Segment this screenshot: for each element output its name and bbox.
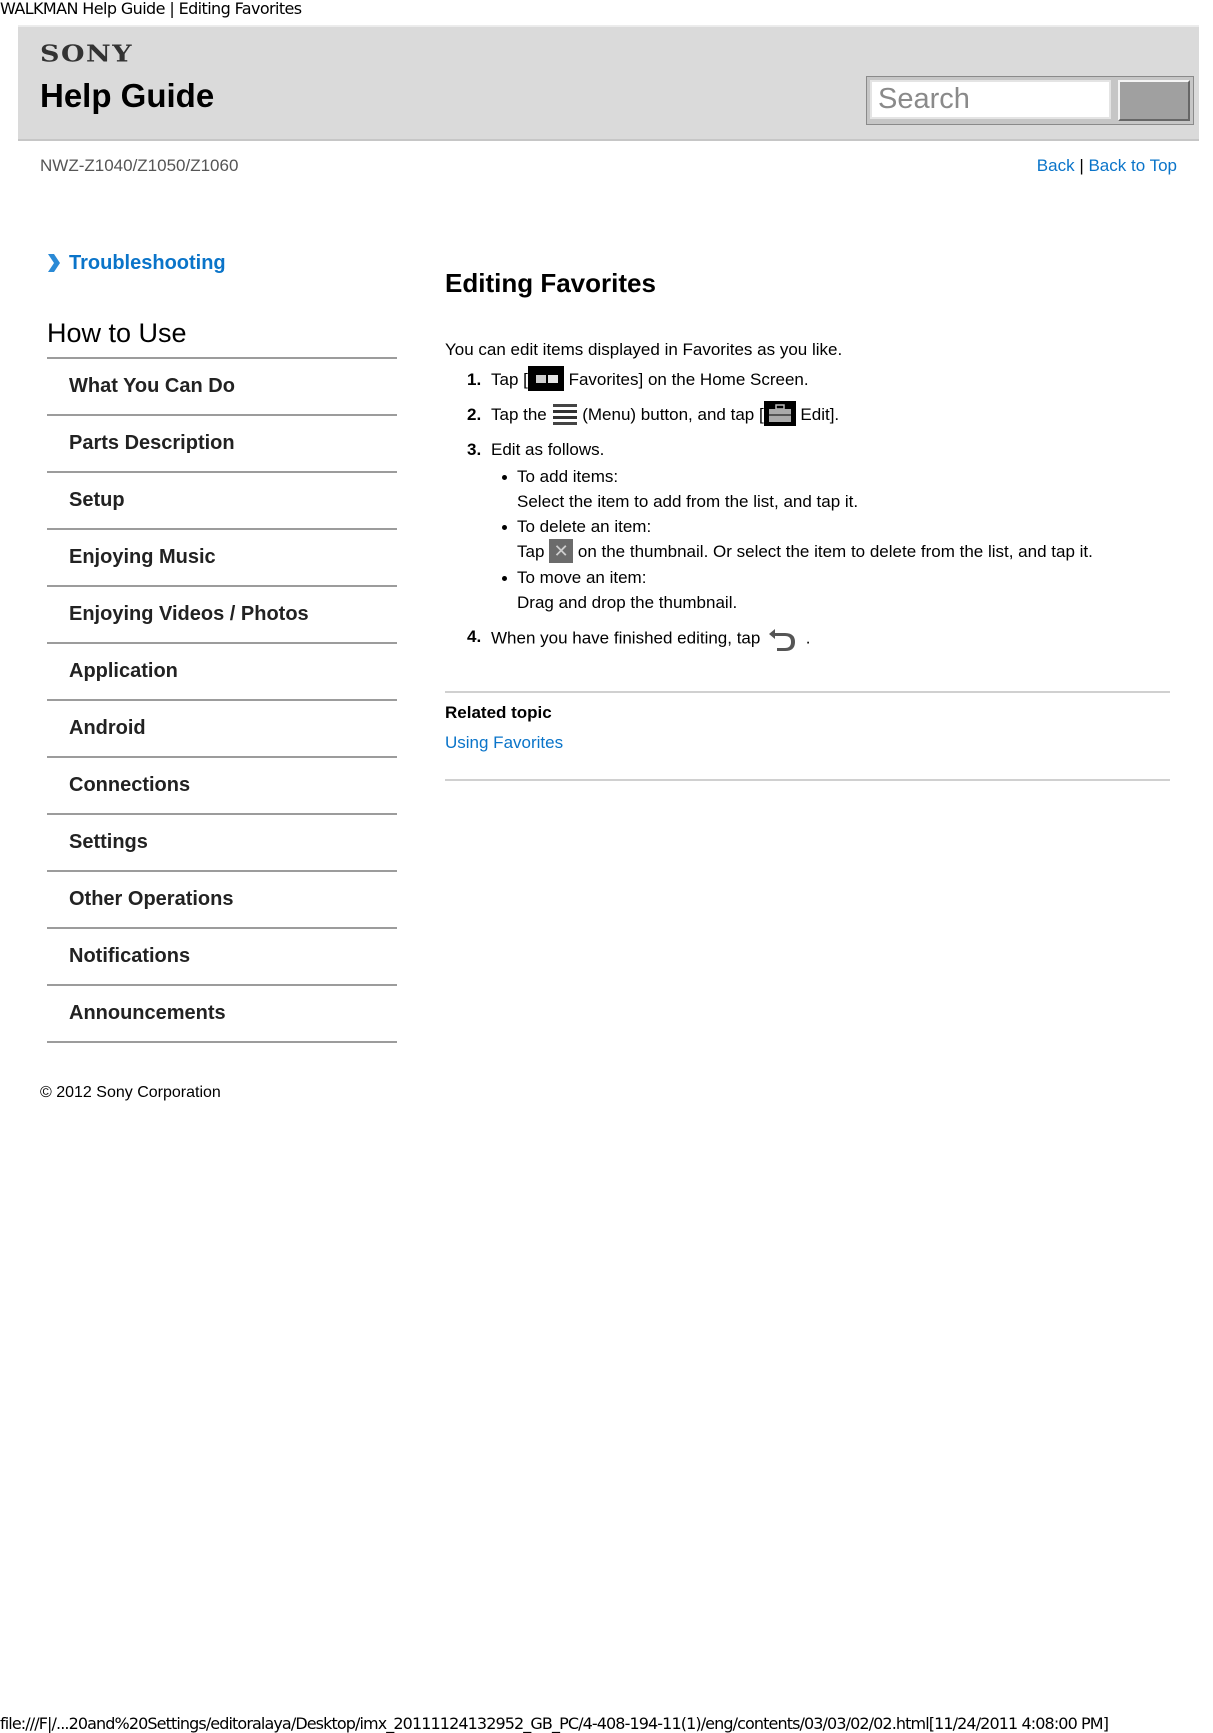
step-3: 3. Edit as follows. To add items: Select… [445,438,1170,615]
option-heading: To delete an item: [517,517,652,537]
option-heading: To move an item: [517,567,647,587]
step-number: 4. [467,626,482,646]
section-title-how-to-use: How to Use [47,318,397,359]
back-arrow-icon [769,628,796,651]
sidebar-item-android[interactable]: Android [47,701,397,758]
copyright: © 2012 Sony Corporation [40,1084,221,1101]
step-text: Edit as follows. [491,440,605,460]
sidebar-item-application[interactable]: Application [47,644,397,701]
sidebar-item-announcements[interactable]: Announcements [47,986,397,1043]
search-button[interactable] [1118,80,1190,121]
step-text: (Menu) button, and tap [ [577,405,764,425]
edit-options-list: To add items: Select the item to add fro… [491,464,1170,615]
delete-x-icon: ✕ [549,538,574,563]
window-title: WALKMAN Help Guide | Editing Favorites [0,0,302,18]
option-heading: To add items: [517,467,619,487]
list-item-delete: To delete an item: Tap ✕ on the thumbnai… [491,514,1170,565]
sidebar-item-what-you-can-do[interactable]: What You Can Do [47,359,397,416]
menu-icon [552,403,577,425]
step-4: 4. When you have finished editing, tap . [445,625,1170,653]
list-item-move: To move an item: Drag and drop the thumb… [491,565,1170,615]
page-title: Editing Favorites [445,268,656,298]
troubleshooting-label: Troubleshooting [69,251,226,274]
step-2: 2. Tap the (Menu) button, and tap [ Edit… [445,401,1170,428]
site-header: SONY Help Guide [18,25,1199,141]
step-number: 2. [467,405,482,425]
back-to-top-link[interactable]: Back to Top [1088,156,1177,175]
step-number: 3. [467,440,482,460]
favorites-icon [527,366,564,392]
edit-toolbox-icon [763,401,796,427]
step-text: . [801,628,811,648]
search-form [866,76,1194,125]
nav-separator: | [1079,156,1084,175]
divider [445,778,1170,781]
option-body-text: Tap [517,542,550,562]
option-body: Drag and drop the thumbnail. [517,592,738,612]
sony-logo: SONY [40,41,133,68]
footer-file-url: file:///F|/...20and%20Settings/editorala… [0,1714,1109,1733]
step-text: Favorites] on the Home Screen. [563,370,809,389]
step-text: When you have finished editing, tap [491,628,766,648]
back-link[interactable]: Back [1037,156,1075,175]
sidebar-item-enjoying-music[interactable]: Enjoying Music [47,530,397,587]
step-1: 1. Tap [ Favorites] on the Home Screen. [445,366,1170,393]
main-content: Editing Favorites You can edit items dis… [445,268,1170,781]
step-number: 1. [467,370,482,389]
top-navigation: Back | Back to Top [1037,156,1177,176]
search-input[interactable] [870,80,1111,119]
list-item-add: To add items: Select the item to add fro… [491,464,1170,514]
sidebar-item-notifications[interactable]: Notifications [47,929,397,986]
related-link-using-favorites[interactable]: Using Favorites [445,733,1170,753]
sidebar-item-other-operations[interactable]: Other Operations [47,872,397,929]
sidebar-item-setup[interactable]: Setup [47,473,397,530]
model-name: NWZ-Z1040/Z1050/Z1060 [40,156,239,175]
intro-text: You can edit items displayed in Favorite… [445,340,843,359]
option-body-text: on the thumbnail. Or select the item to … [573,542,1093,562]
related-topics: Related topic Using Favorites [445,690,1170,781]
chevron-right-icon [48,254,60,272]
option-body: Tap ✕ on the thumbnail. Or select the it… [517,538,1170,565]
option-body: Select the item to add from the list, an… [517,492,859,512]
sidebar: Troubleshooting How to Use What You Can … [47,248,397,1043]
sidebar-item-settings[interactable]: Settings [47,815,397,872]
help-guide-title: Help Guide [40,77,215,114]
sidebar-item-connections[interactable]: Connections [47,758,397,815]
sidebar-item-parts-description[interactable]: Parts Description [47,416,397,473]
step-text: Tap the [491,405,552,425]
step-text: Tap [ [491,370,528,389]
steps-list: 1. Tap [ Favorites] on the Home Screen. … [445,366,1170,653]
troubleshooting-link[interactable]: Troubleshooting [47,248,397,278]
sidebar-item-enjoying-videos-photos[interactable]: Enjoying Videos / Photos [47,587,397,644]
related-topic-heading: Related topic [445,702,552,722]
step-text: Edit]. [795,405,840,425]
